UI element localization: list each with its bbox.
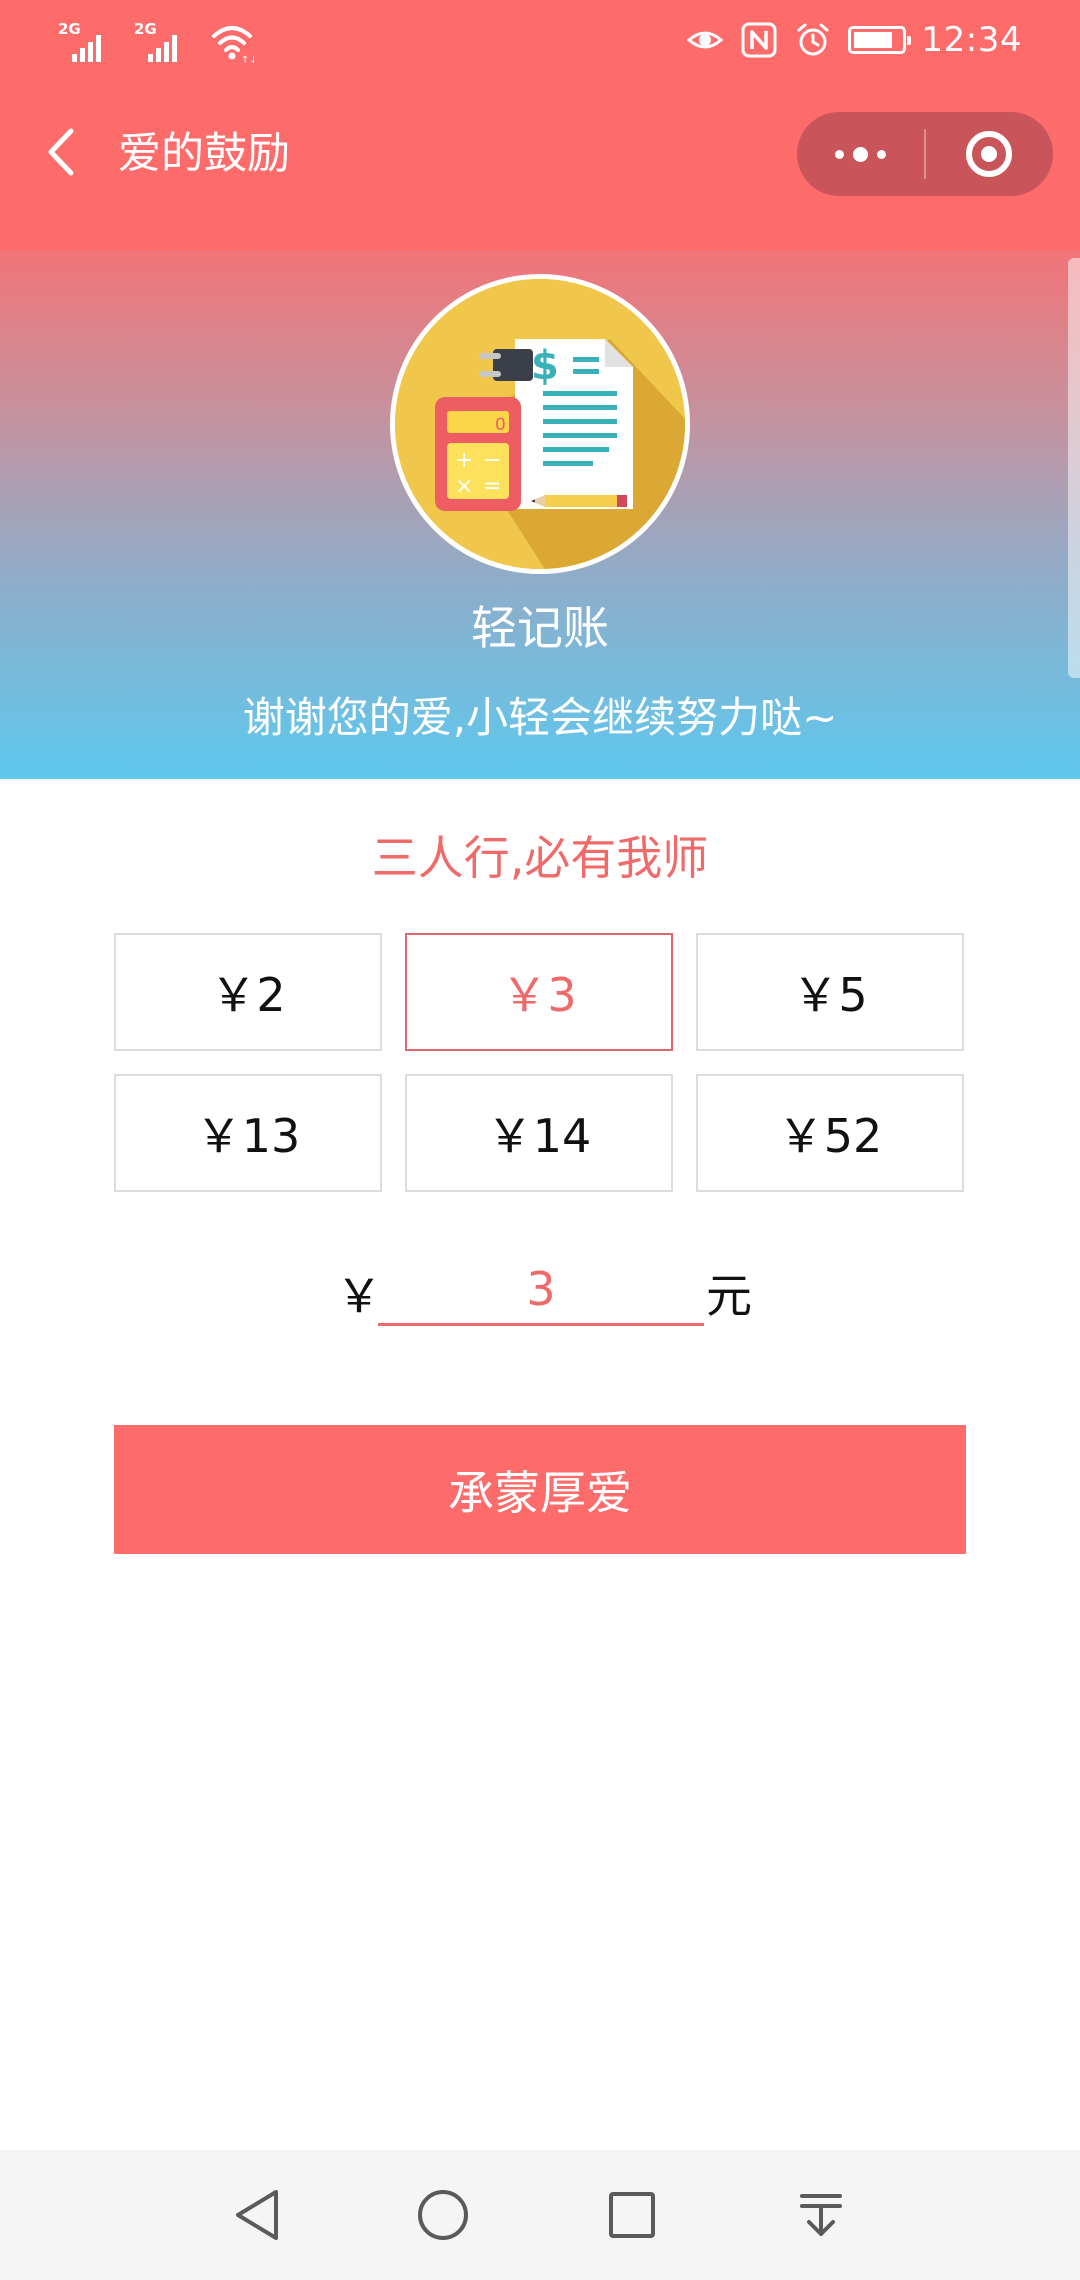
alarm-icon bbox=[797, 23, 829, 56]
status-bar: 2G 2G ↑↓ 12:34 bbox=[0, 0, 1080, 92]
home-circle-icon bbox=[418, 2190, 468, 2240]
svg-text:−: − bbox=[483, 448, 501, 473]
amount-option-52[interactable]: ￥52 bbox=[696, 1074, 964, 1192]
eye-icon bbox=[686, 31, 723, 49]
app-name: 轻记账 bbox=[471, 601, 609, 655]
system-notification-button[interactable] bbox=[788, 2182, 854, 2248]
nfc-icon bbox=[741, 22, 777, 58]
amount-option-13[interactable]: ￥13 bbox=[114, 1074, 382, 1192]
currency-unit: 元 bbox=[706, 1269, 752, 1323]
amount-option-14[interactable]: ￥14 bbox=[405, 1074, 673, 1192]
more-dots-icon bbox=[835, 146, 886, 162]
signal-icon: 2G bbox=[134, 22, 192, 64]
target-icon bbox=[966, 131, 1013, 177]
svg-text:$: $ bbox=[531, 343, 559, 389]
hero-banner: $ 0 + − × = 轻记账 谢谢您的爱,小轻会继续努力哒~ bbox=[0, 250, 1080, 779]
system-back-button[interactable] bbox=[224, 2182, 290, 2248]
svg-text:×: × bbox=[455, 474, 473, 499]
close-mini-program-button[interactable] bbox=[926, 112, 1053, 196]
signal-icon: 2G bbox=[58, 22, 116, 64]
tagline: 谢谢您的爱,小轻会继续努力哒~ bbox=[242, 693, 838, 742]
page-title: 爱的鼓励 bbox=[118, 129, 290, 179]
notification-pull-icon bbox=[800, 2194, 842, 2236]
custom-amount-row: ￥ 元 bbox=[336, 1254, 752, 1326]
currency-symbol: ￥ bbox=[336, 1269, 382, 1323]
svg-text:+: + bbox=[455, 448, 473, 473]
svg-text:=: = bbox=[483, 474, 501, 499]
submit-donation-button[interactable]: 承蒙厚爱 bbox=[114, 1425, 966, 1554]
amount-option-2[interactable]: ￥2 bbox=[114, 933, 382, 1051]
svg-text:↑↓: ↑↓ bbox=[241, 55, 254, 64]
nav-bar: 爱的鼓励 bbox=[0, 92, 1080, 250]
status-bar-right: 12:34 bbox=[686, 20, 1022, 60]
custom-amount-input[interactable] bbox=[378, 1254, 704, 1326]
back-button[interactable] bbox=[36, 122, 86, 182]
app-logo: $ 0 + − × = bbox=[390, 274, 690, 574]
chevron-left-icon bbox=[48, 128, 74, 176]
back-triangle-icon bbox=[236, 2190, 278, 2240]
ledger-calculator-icon: $ 0 + − × = bbox=[395, 279, 685, 569]
amount-option-5[interactable]: ￥5 bbox=[696, 933, 964, 1051]
mini-program-capsule bbox=[797, 112, 1053, 196]
more-button[interactable] bbox=[797, 112, 924, 196]
amount-option-3-selected[interactable]: ￥3 bbox=[405, 933, 673, 1051]
system-recents-button[interactable] bbox=[599, 2182, 665, 2248]
status-time: 12:34 bbox=[921, 20, 1022, 60]
status-bar-left: 2G 2G ↑↓ bbox=[58, 22, 254, 65]
battery-icon bbox=[847, 26, 911, 54]
system-nav-bar bbox=[0, 2150, 1080, 2280]
amount-options: ￥2 ￥3 ￥5 ￥13 ￥14 ￥52 bbox=[114, 933, 966, 1192]
svg-text:0: 0 bbox=[495, 415, 506, 435]
wifi-icon: ↑↓ bbox=[212, 26, 254, 64]
recents-square-icon bbox=[609, 2192, 655, 2238]
motto-heading: 三人行,必有我师 bbox=[371, 831, 709, 885]
system-home-button[interactable] bbox=[410, 2182, 476, 2248]
